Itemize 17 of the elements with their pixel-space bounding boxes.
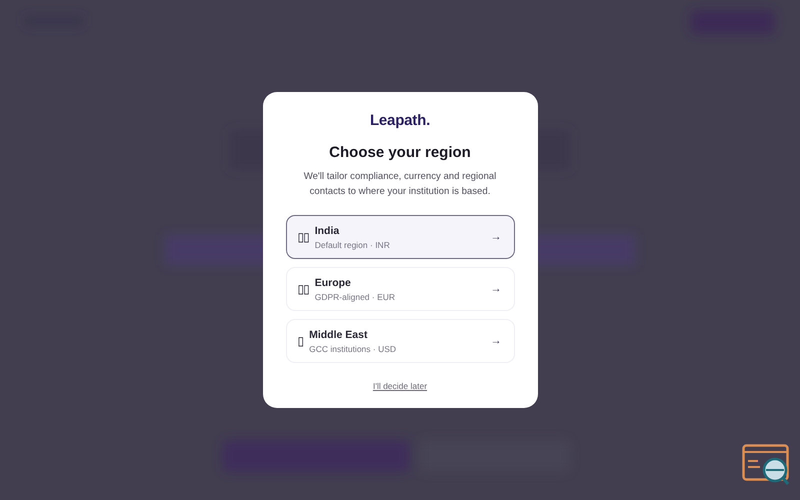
arrow-icon: → [490, 335, 502, 347]
logo: Leapath. [370, 112, 430, 129]
missing-glyph-text: ▯▯ [298, 282, 309, 296]
dialog-description: We'll tailor compliance, currency and regional contacts to where your institution is based. [302, 170, 498, 199]
arrow-icon: → [490, 231, 502, 243]
browser-search-icon[interactable] [742, 444, 790, 486]
region-name: India [314, 224, 340, 236]
region-detail: GCC institutions · USD [309, 344, 398, 354]
region-detail: Default region · INR [314, 240, 391, 250]
missing-glyph-text: ▯ [298, 334, 304, 348]
decide-later-link[interactable]: I'll decide later [372, 381, 428, 391]
region-name: Middle East [309, 328, 368, 340]
region-name: Europe [314, 276, 352, 288]
missing-glyph-text: ▯▯ [298, 230, 309, 244]
region-detail: GDPR-aligned · EUR [314, 292, 396, 302]
dialog-title: Choose your region [329, 144, 471, 161]
arrow-icon: → [490, 283, 502, 295]
